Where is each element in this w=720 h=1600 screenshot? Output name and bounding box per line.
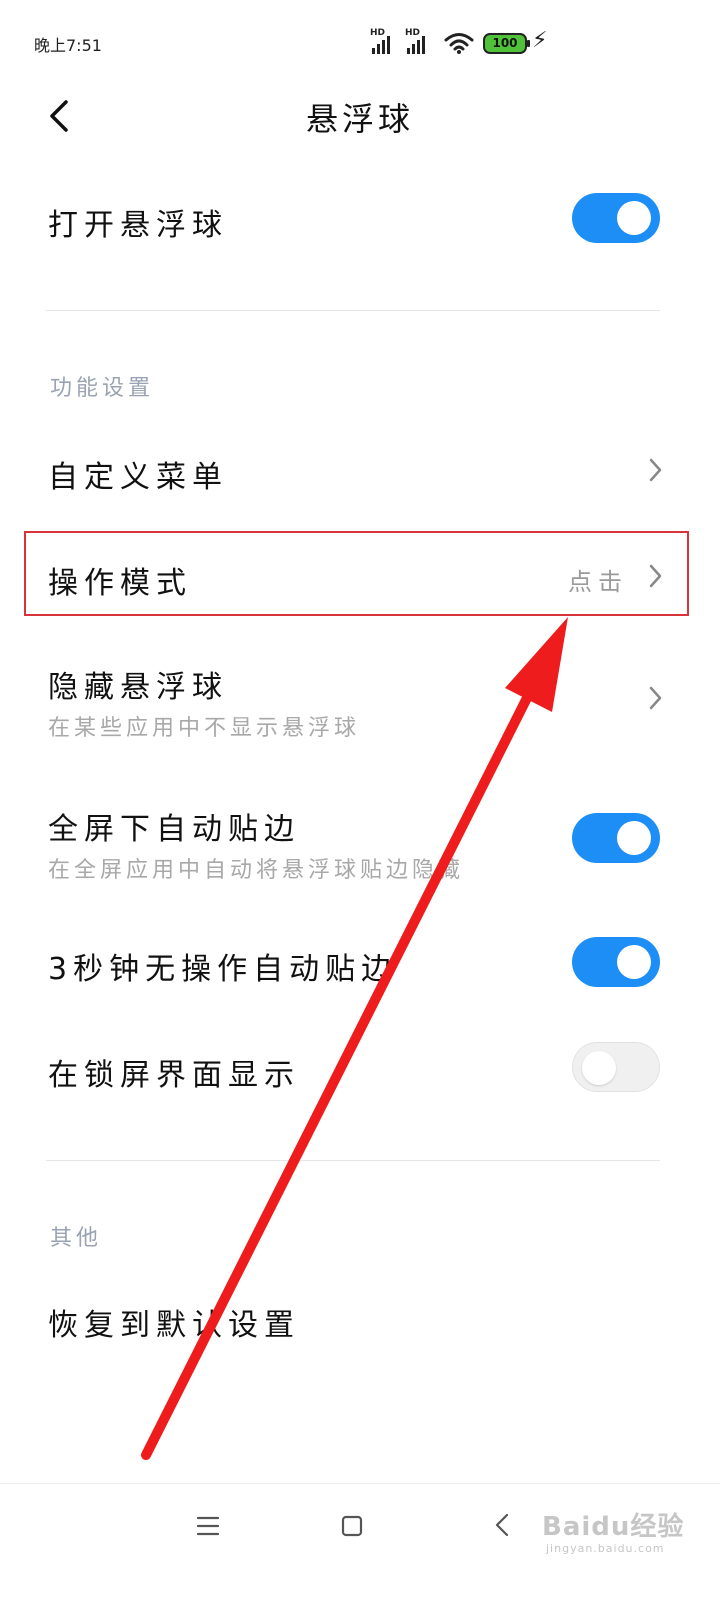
highlight-box [24,531,689,616]
section-title-other: 其他 [50,1226,103,1251]
menu-icon[interactable] [196,1515,220,1537]
nav-divider [0,1483,720,1484]
status-time: 晚上7:51 [34,36,102,55]
row-label: 全屏下自动贴边 [48,812,300,847]
float-ball-toggle[interactable] [572,193,660,243]
signal-icon: HD [370,28,398,54]
row-subtitle: 在全屏应用中自动将悬浮球贴边隐藏 [48,858,465,883]
row-label: 打开悬浮球 [48,208,228,243]
chevron-right-icon [649,458,662,482]
row-label: 隐藏悬浮球 [48,670,228,705]
idle-auto-edge-toggle[interactable] [572,937,660,987]
fullscreen-auto-edge-row[interactable]: 全屏下自动贴边 在全屏应用中自动将悬浮球贴边隐藏 [48,804,660,884]
page-title: 悬浮球 [305,100,414,138]
row-label: 在锁屏界面显示 [48,1058,300,1093]
status-bar: 晚上7:51 HD HD 100 ⚡ [0,0,720,84]
charging-icon: ⚡ [532,28,548,53]
watermark-subtext: jingyan.baidu.com [546,1542,665,1555]
signal-icon: HD [405,28,433,54]
chevron-right-icon [649,686,662,710]
idle-auto-edge-row[interactable]: 3秒钟无操作自动贴边 [48,944,660,988]
divider [46,310,660,311]
row-label: 恢复到默认设置 [48,1308,300,1343]
fullscreen-auto-edge-toggle[interactable] [572,813,660,863]
custom-menu-row[interactable]: 自定义菜单 [48,452,660,496]
row-subtitle: 在某些应用中不显示悬浮球 [48,716,361,741]
float-ball-toggle-row[interactable]: 打开悬浮球 [48,200,660,244]
divider [46,1160,660,1161]
show-on-lockscreen-toggle[interactable] [572,1042,660,1092]
battery-icon: 100 [483,33,530,54]
row-label: 3秒钟无操作自动贴边 [48,952,398,987]
wifi-icon [444,33,474,54]
show-on-lockscreen-row[interactable]: 在锁屏界面显示 [48,1050,660,1094]
home-icon[interactable] [340,1514,364,1538]
back-icon[interactable] [492,1512,512,1538]
watermark-text: Baidu经验 [542,1512,685,1542]
section-title-function: 功能设置 [50,376,155,401]
row-label: 自定义菜单 [48,460,228,495]
hide-float-ball-row[interactable]: 隐藏悬浮球 在某些应用中不显示悬浮球 [48,662,660,742]
restore-default-row[interactable]: 恢复到默认设置 [48,1300,660,1344]
